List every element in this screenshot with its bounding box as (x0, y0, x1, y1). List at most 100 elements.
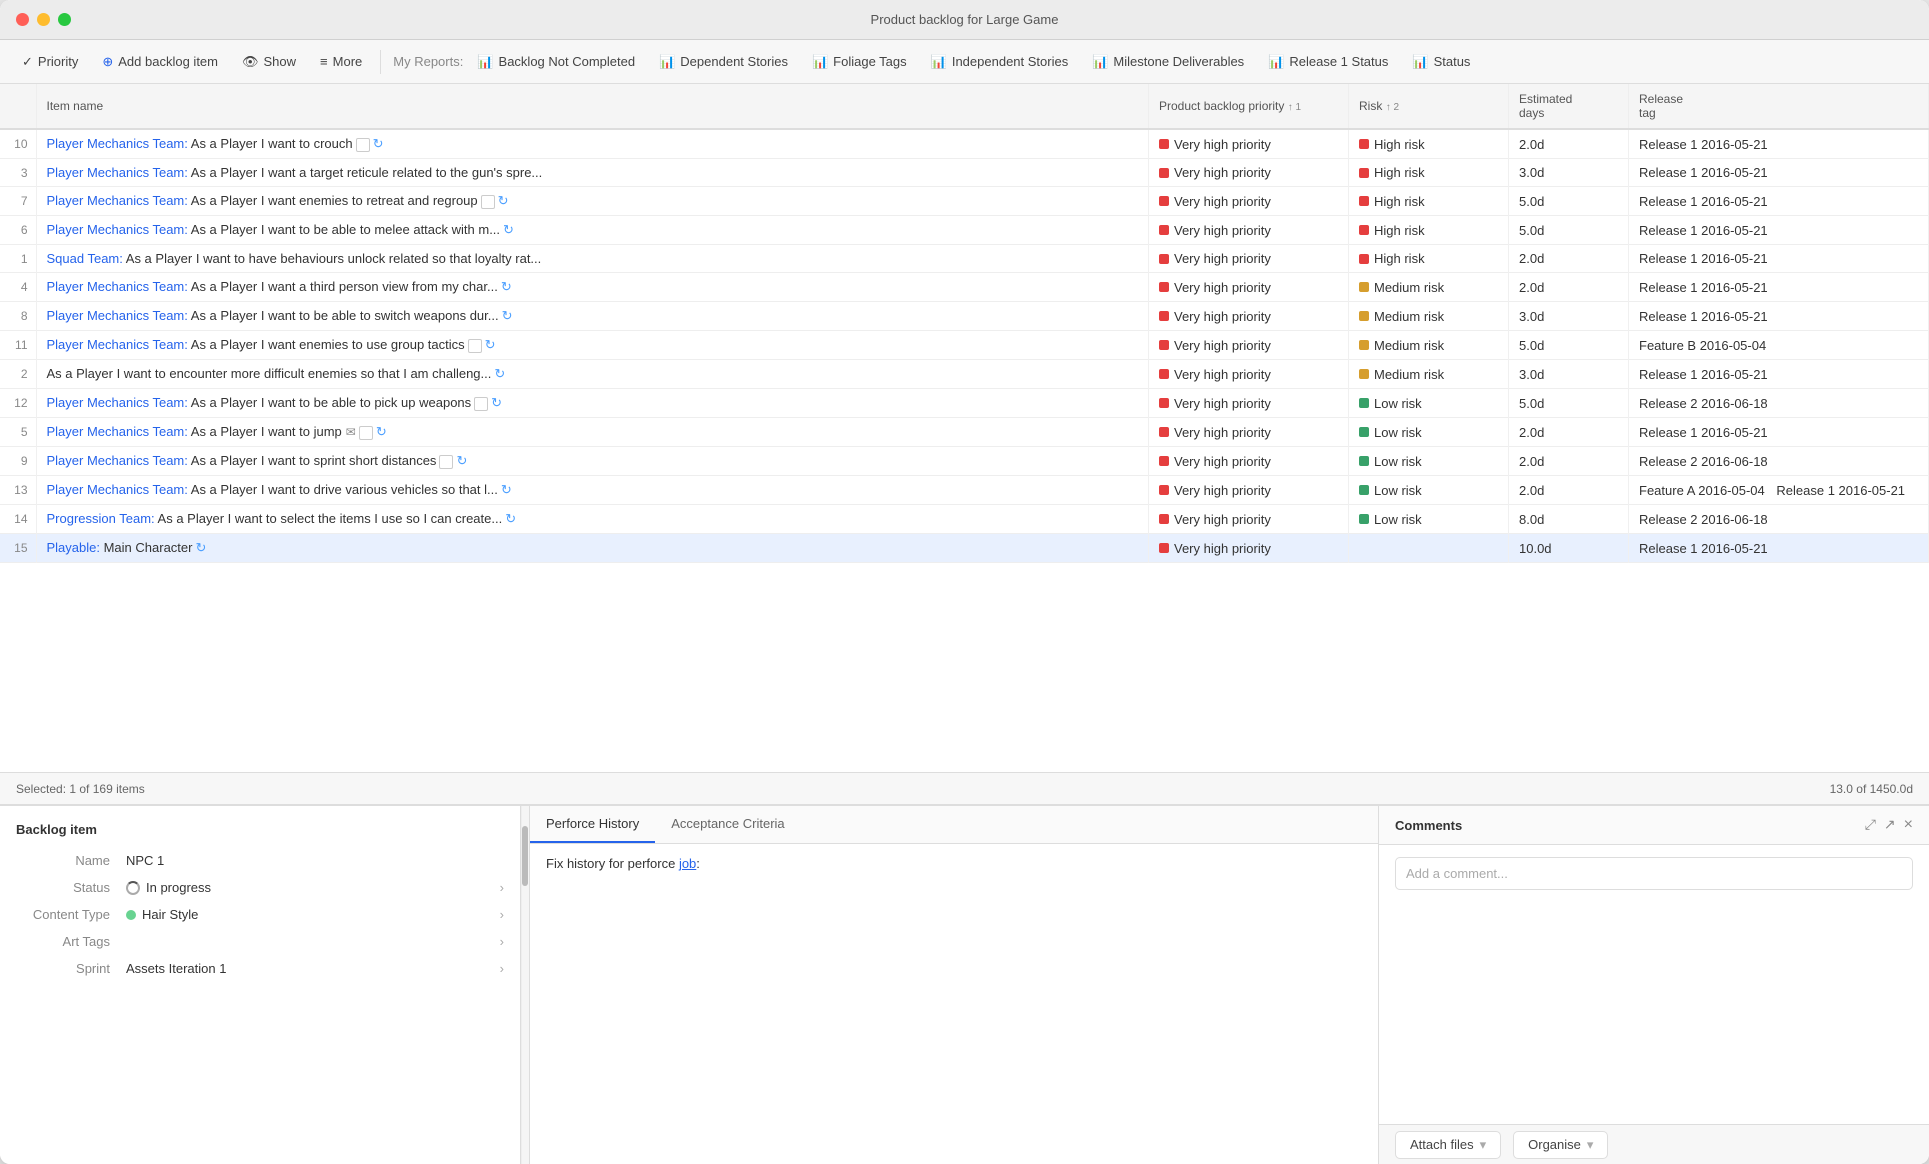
add-backlog-button[interactable]: ⊕ Add backlog item (92, 50, 228, 74)
row-item-name[interactable]: Player Mechanics Team: As a Player I wan… (36, 302, 1149, 331)
checkbox-icon[interactable] (356, 138, 370, 152)
risk-text: Low risk (1374, 425, 1422, 440)
scrollbar-thumb[interactable] (522, 826, 528, 886)
report-status[interactable]: 📊 Status (1402, 50, 1480, 74)
col-release[interactable]: Releasetag (1629, 84, 1929, 129)
table-row[interactable]: 8Player Mechanics Team: As a Player I wa… (0, 302, 1929, 331)
refresh-icon[interactable]: ↻ (376, 424, 387, 439)
table-row[interactable]: 11Player Mechanics Team: As a Player I w… (0, 331, 1929, 360)
detail-content-type-value[interactable]: Hair Style › (126, 907, 504, 922)
checkbox-icon[interactable] (474, 397, 488, 411)
refresh-icon[interactable]: ↻ (491, 395, 502, 410)
checkbox-icon[interactable] (439, 455, 453, 469)
refresh-icon[interactable]: ↻ (502, 308, 513, 323)
table-row[interactable]: 5Player Mechanics Team: As a Player I wa… (0, 418, 1929, 447)
row-item-name[interactable]: Player Mechanics Team: As a Player I wan… (36, 273, 1149, 302)
status-chevron-icon[interactable]: › (500, 880, 504, 895)
table-row[interactable]: 15Playable: Main Character↻Very high pri… (0, 534, 1929, 563)
checkbox-icon[interactable] (359, 426, 373, 440)
row-item-name[interactable]: Player Mechanics Team: As a Player I wan… (36, 389, 1149, 418)
table-header-row: Item name Product backlog priority ↑ 1 R… (0, 84, 1929, 129)
col-name[interactable]: Item name (36, 84, 1149, 129)
col-priority[interactable]: Product backlog priority ↑ 1 (1149, 84, 1349, 129)
art-tags-chevron-icon[interactable]: › (500, 934, 504, 949)
detail-scrollbar[interactable] (521, 806, 529, 1164)
refresh-icon[interactable]: ↻ (373, 136, 384, 151)
table-row[interactable]: 13Player Mechanics Team: As a Player I w… (0, 476, 1929, 505)
refresh-icon[interactable]: ↻ (494, 366, 505, 381)
close-button[interactable] (16, 13, 29, 26)
row-item-name[interactable]: Player Mechanics Team: As a Player I wan… (36, 216, 1149, 245)
row-item-name[interactable]: Player Mechanics Team: As a Player I wan… (36, 187, 1149, 216)
more-button[interactable]: ≡ More (310, 50, 372, 73)
report-foliage[interactable]: 📊 Foliage Tags (802, 50, 917, 74)
detail-art-tags-value[interactable]: › (126, 934, 504, 949)
report-dependent[interactable]: 📊 Dependent Stories (649, 50, 798, 74)
row-priority: Very high priority (1149, 389, 1349, 418)
close-icon[interactable]: × (1904, 816, 1913, 834)
comment-input[interactable]: Add a comment... (1395, 857, 1913, 890)
row-item-name[interactable]: Player Mechanics Team: As a Player I wan… (36, 447, 1149, 476)
row-item-name[interactable]: Player Mechanics Team: As a Player I wan… (36, 159, 1149, 187)
row-item-name[interactable]: Player Mechanics Team: As a Player I wan… (36, 418, 1149, 447)
detail-status-value[interactable]: In progress › (126, 880, 504, 895)
minimize-button[interactable] (37, 13, 50, 26)
refresh-icon[interactable]: ↻ (498, 193, 509, 208)
row-item-name[interactable]: Player Mechanics Team: As a Player I wan… (36, 129, 1149, 159)
refresh-icon[interactable]: ↻ (485, 337, 496, 352)
table-row[interactable]: 10Player Mechanics Team: As a Player I w… (0, 129, 1929, 159)
table-row[interactable]: 1Squad Team: As a Player I want to have … (0, 245, 1929, 273)
row-item-name[interactable]: Playable: Main Character↻ (36, 534, 1149, 563)
organise-button[interactable]: Organise ▾ (1513, 1131, 1608, 1159)
table-row[interactable]: 6Player Mechanics Team: As a Player I wa… (0, 216, 1929, 245)
priority-dropdown[interactable]: ✓ Priority (12, 50, 88, 74)
tab-acceptance[interactable]: Acceptance Criteria (655, 806, 800, 843)
detail-sprint-value[interactable]: Assets Iteration 1 › (126, 961, 504, 976)
col-days[interactable]: Estimateddays (1509, 84, 1629, 129)
attach-files-button[interactable]: Attach files ▾ (1395, 1131, 1501, 1159)
content-type-chevron-icon[interactable]: › (500, 907, 504, 922)
table-row[interactable]: 3Player Mechanics Team: As a Player I wa… (0, 159, 1929, 187)
table-row[interactable]: 9Player Mechanics Team: As a Player I wa… (0, 447, 1929, 476)
risk-text: Low risk (1374, 396, 1422, 411)
row-item-name[interactable]: Player Mechanics Team: As a Player I wan… (36, 476, 1149, 505)
row-days: 5.0d (1509, 187, 1629, 216)
refresh-icon[interactable]: ↻ (501, 482, 512, 497)
tab-perforce[interactable]: Perforce History (530, 806, 655, 843)
table-row[interactable]: 14Progression Team: As a Player I want t… (0, 505, 1929, 534)
attach-label: Attach files (1410, 1137, 1474, 1152)
show-button[interactable]: 👁 Show (232, 50, 306, 74)
table-row[interactable]: 12Player Mechanics Team: As a Player I w… (0, 389, 1929, 418)
row-number: 7 (0, 187, 36, 216)
checkmark-icon: ✓ (22, 54, 33, 70)
sprint-chevron-icon[interactable]: › (500, 961, 504, 976)
refresh-icon[interactable]: ↻ (501, 279, 512, 294)
maximize-button[interactable] (58, 13, 71, 26)
external-link-icon[interactable]: ↗ (1884, 816, 1896, 834)
refresh-icon[interactable]: ↻ (456, 453, 467, 468)
row-priority: Very high priority (1149, 505, 1349, 534)
refresh-icon[interactable]: ↻ (195, 540, 206, 555)
toolbar: ✓ Priority ⊕ Add backlog item 👁 Show ≡ M… (0, 40, 1929, 84)
detail-name-value[interactable]: NPC 1 (126, 853, 504, 868)
checkbox-icon[interactable] (481, 195, 495, 209)
table-row[interactable]: 2As a Player I want to encounter more di… (0, 360, 1929, 389)
table-row[interactable]: 7Player Mechanics Team: As a Player I wa… (0, 187, 1929, 216)
row-item-name[interactable]: Progression Team: As a Player I want to … (36, 505, 1149, 534)
report-milestone[interactable]: 📊 Milestone Deliverables (1082, 50, 1254, 74)
table-row[interactable]: 4Player Mechanics Team: As a Player I wa… (0, 273, 1929, 302)
checkbox-icon[interactable] (468, 339, 482, 353)
row-item-name[interactable]: Squad Team: As a Player I want to have b… (36, 245, 1149, 273)
expand-icon[interactable]: ⤢ (1865, 816, 1876, 834)
report-backlog[interactable]: 📊 Backlog Not Completed (467, 50, 645, 74)
perforce-job-link[interactable]: job (679, 856, 696, 871)
row-item-name[interactable]: Player Mechanics Team: As a Player I wan… (36, 331, 1149, 360)
report-release1[interactable]: 📊 Release 1 Status (1258, 50, 1398, 74)
refresh-icon[interactable]: ↻ (505, 511, 516, 526)
col-risk[interactable]: Risk ↑ 2 (1349, 84, 1509, 129)
refresh-icon[interactable]: ↻ (503, 222, 514, 237)
row-priority: Very high priority (1149, 302, 1349, 331)
row-release: Release 2 2016-06-18 (1629, 447, 1929, 476)
row-item-name[interactable]: As a Player I want to encounter more dif… (36, 360, 1149, 389)
report-independent[interactable]: 📊 Independent Stories (921, 50, 1079, 74)
